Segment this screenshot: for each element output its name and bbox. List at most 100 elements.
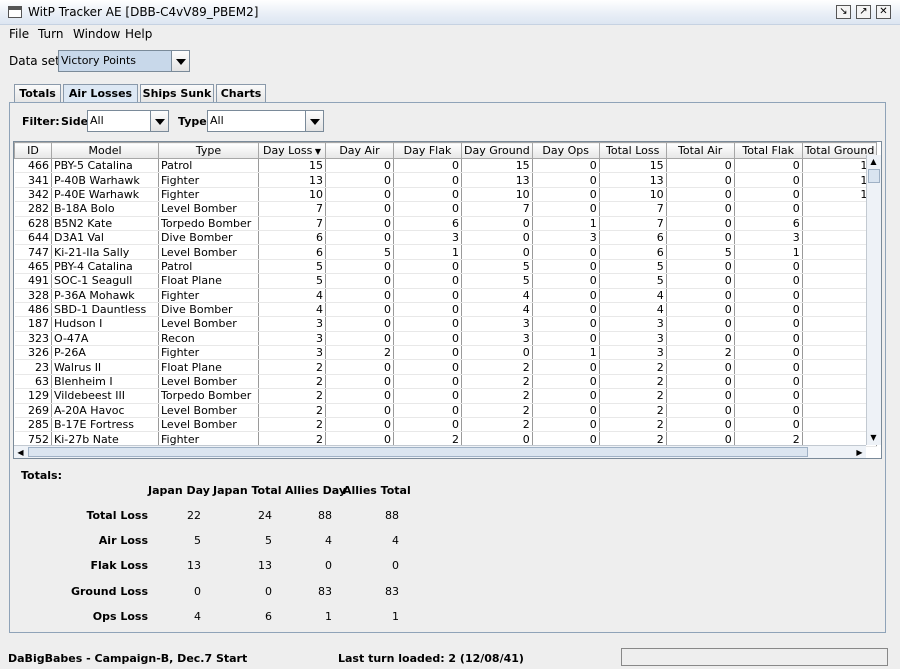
table-cell: 0 — [325, 374, 394, 390]
side-select[interactable]: All — [87, 110, 169, 132]
table-row[interactable]: 129Vildebeest IIITorpedo Bomber200202002 — [14, 388, 878, 404]
table-cell: 0 — [666, 230, 735, 246]
table-cell: 282 — [14, 201, 52, 217]
table-row[interactable]: 328P-36A MohawkFighter400404004 — [14, 288, 878, 303]
status-campaign: DaBigBabes - Campaign-B, Dec.7 Start — [8, 652, 248, 665]
table-cell: 0 — [666, 288, 735, 303]
tab-charts[interactable]: Charts — [216, 84, 266, 103]
table-cell: 0 — [666, 403, 735, 419]
chevron-down-icon[interactable] — [305, 111, 323, 131]
column-header[interactable]: Total Loss — [598, 142, 667, 159]
table-cell: 0 — [666, 216, 735, 231]
table-cell: P-40B Warhawk — [51, 172, 159, 188]
table-row[interactable]: 342P-40E WarhawkFighter1000100100010 — [14, 187, 878, 203]
table-cell: 2 — [599, 359, 667, 375]
totals-value: 88 — [318, 509, 332, 522]
table-cell: 0 — [532, 201, 600, 217]
table-cell: Level Bomber — [158, 244, 259, 260]
table-row[interactable]: 747Ki-21-IIa SallyLevel Bomber651006510 — [14, 244, 878, 260]
vertical-scroll-thumb[interactable] — [868, 169, 880, 183]
tab-ships-sunk[interactable]: Ships Sunk — [140, 84, 214, 103]
table-cell: 3 — [461, 316, 533, 332]
table-cell: Patrol — [158, 158, 259, 174]
column-header[interactable]: Day Flak — [393, 142, 462, 159]
table-row[interactable]: 285B-17E FortressLevel Bomber200202002 — [14, 417, 878, 433]
dataset-value: Victory Points — [61, 54, 137, 67]
menu-window[interactable]: Window — [73, 27, 120, 41]
table-cell: 0 — [393, 259, 462, 275]
table-cell: 0 — [393, 374, 462, 390]
table-row[interactable]: 465PBY-4 CatalinaPatrol500505005 — [14, 259, 878, 275]
table-cell: 0 — [393, 417, 462, 433]
column-header[interactable]: Model — [51, 142, 159, 159]
table-row[interactable]: 326P-26AFighter320013200 — [14, 345, 878, 361]
maximize-icon[interactable]: ↗ — [856, 5, 871, 19]
totals-col-allies-total: Allies Total — [343, 484, 411, 497]
air-losses-table[interactable]: ID Model Type Day Loss ▼ Day Air Day Flak Day … — [13, 141, 882, 459]
scroll-up-icon[interactable]: ▲ — [867, 155, 880, 168]
table-cell: 0 — [734, 288, 803, 303]
column-header[interactable]: Total Air — [665, 142, 735, 159]
column-header[interactable]: Day Ground — [461, 142, 533, 159]
table-cell: 0 — [666, 259, 735, 275]
dataset-select[interactable]: Victory Points — [58, 50, 190, 72]
chevron-down-icon[interactable] — [171, 51, 189, 71]
table-cell: Ki-21-IIa Sally — [51, 244, 159, 260]
table-cell: 0 — [666, 201, 735, 217]
tab-totals[interactable]: Totals — [14, 84, 61, 103]
column-header[interactable]: Day Ops — [531, 142, 600, 159]
menu-turn[interactable]: Turn — [38, 27, 63, 41]
table-cell: 13 — [461, 172, 533, 188]
table-row[interactable]: 644D3A1 ValDive Bomber603036030 — [14, 230, 878, 246]
table-row[interactable]: 323O-47ARecon300303003 — [14, 331, 878, 347]
table-row[interactable]: 466PBY-5 CatalinaPatrol1500150150015 — [14, 158, 878, 174]
table-row[interactable]: 486SBD-1 DauntlessDive Bomber400404004 — [14, 302, 878, 318]
table-row[interactable]: 491SOC-1 SeagullFloat Plane500505005 — [14, 273, 878, 289]
table-row[interactable]: 282B-18A BoloLevel Bomber700707007 — [14, 201, 878, 217]
type-select[interactable]: All — [207, 110, 324, 132]
chevron-down-icon[interactable] — [150, 111, 168, 131]
table-row[interactable]: 63Blenheim ILevel Bomber200202002 — [14, 374, 878, 390]
menu-help[interactable]: Help — [125, 27, 152, 41]
table-cell: 5 — [666, 244, 735, 260]
table-cell: 0 — [734, 201, 803, 217]
table-cell: Float Plane — [158, 359, 259, 375]
close-icon[interactable]: ✕ — [876, 5, 891, 19]
horizontal-scrollbar[interactable]: ◀ ▶ — [14, 445, 866, 458]
table-cell: B-18A Bolo — [51, 201, 159, 217]
table-cell: 2 — [258, 417, 326, 433]
column-header[interactable]: Day Loss ▼ — [258, 142, 326, 159]
menu-file[interactable]: File — [9, 27, 29, 41]
horizontal-scroll-thumb[interactable] — [28, 447, 808, 457]
table-cell: 2 — [461, 359, 533, 375]
scroll-down-icon[interactable]: ▼ — [867, 431, 880, 444]
table-cell: Level Bomber — [158, 316, 259, 332]
scroll-right-icon[interactable]: ▶ — [853, 446, 866, 459]
table-cell: 644 — [14, 230, 52, 246]
tab-air-losses[interactable]: Air Losses — [63, 84, 138, 104]
column-header[interactable]: Type — [158, 142, 259, 159]
data-grid: ID Model Type Day Loss ▼ Day Air Day Flak Day … — [14, 142, 878, 447]
vertical-scrollbar[interactable]: ▲ ▼ — [866, 155, 881, 445]
column-header[interactable]: ID — [14, 142, 52, 159]
table-cell: 2 — [258, 374, 326, 390]
table-cell: 6 — [258, 230, 326, 246]
table-cell: 0 — [325, 216, 394, 231]
column-header[interactable]: Day Air — [325, 142, 394, 159]
table-row[interactable]: 187Hudson ILevel Bomber300303003 — [14, 316, 878, 332]
table-cell: 491 — [14, 273, 52, 289]
table-cell: 2 — [599, 374, 667, 390]
table-cell: 2 — [599, 403, 667, 419]
table-row[interactable]: 341P-40B WarhawkFighter1300130130013 — [14, 172, 878, 188]
minimize-icon[interactable]: ↘ — [836, 5, 851, 19]
scroll-left-icon[interactable]: ◀ — [14, 446, 27, 459]
table-cell: Patrol — [158, 259, 259, 275]
table-row[interactable]: 628B5N2 KateTorpedo Bomber706017060 — [14, 216, 878, 231]
table-row[interactable]: 269A-20A HavocLevel Bomber200202002 — [14, 403, 878, 419]
table-row[interactable]: 23Walrus IIFloat Plane200202002 — [14, 359, 878, 375]
table-cell: B-17E Fortress — [51, 417, 159, 433]
column-header[interactable]: Total Flak — [733, 142, 803, 159]
table-cell: 0 — [325, 302, 394, 318]
table-cell: 0 — [393, 288, 462, 303]
status-progress-box — [621, 648, 888, 666]
